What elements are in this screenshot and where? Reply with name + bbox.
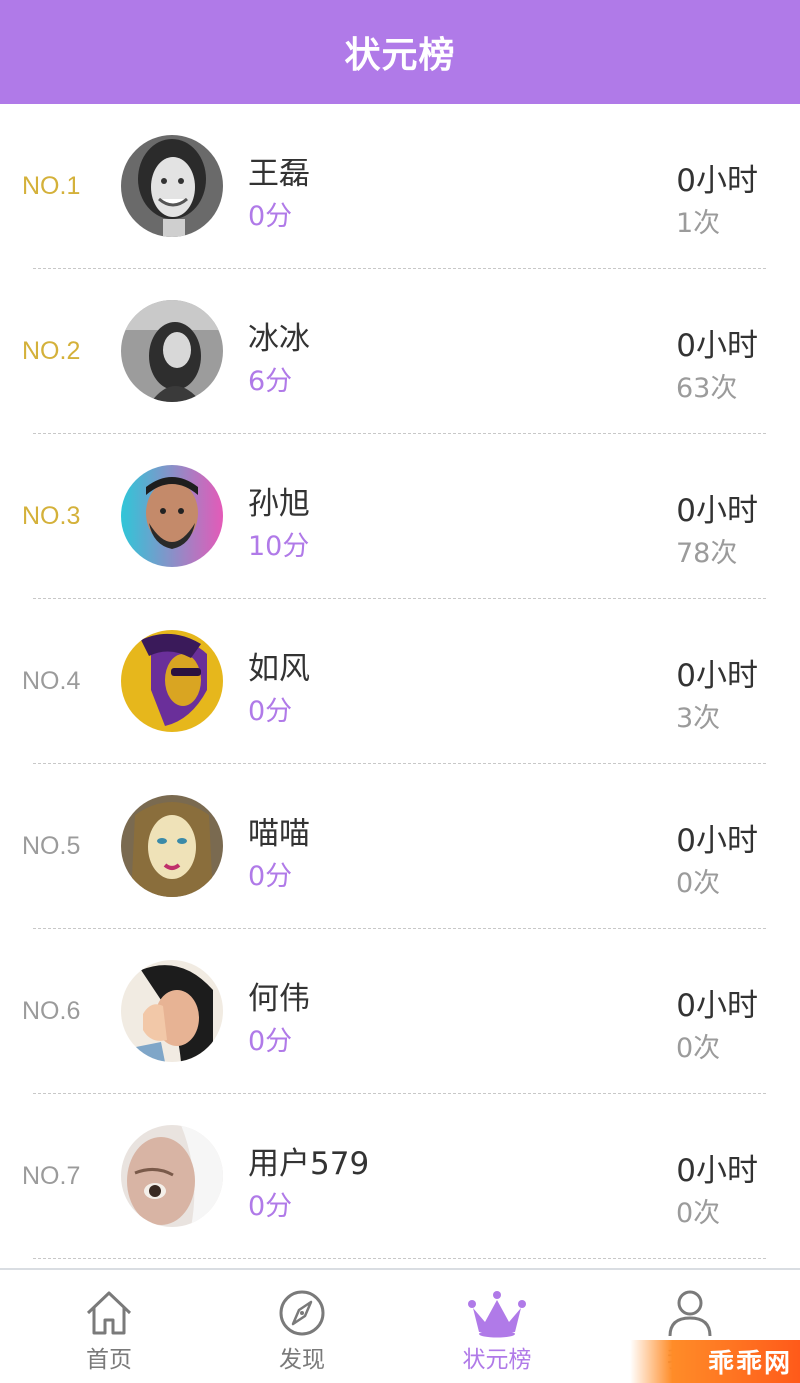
user-name: 王磊 — [248, 156, 310, 192]
ranking-row[interactable]: NO.1 王磊 0分 0小时 1次 — [0, 104, 800, 269]
avatar[interactable] — [121, 1125, 223, 1227]
rank-label: NO.5 — [22, 832, 81, 860]
study-count: 0次 — [676, 868, 721, 899]
crown-icon — [468, 1291, 526, 1338]
study-count: 78次 — [676, 538, 738, 569]
tab-label: 首页 — [86, 1347, 132, 1373]
rank-label: NO.3 — [22, 502, 81, 530]
avatar-image — [121, 1125, 223, 1227]
tab-home[interactable]: 首页 — [9, 1270, 209, 1383]
study-count: 63次 — [676, 373, 738, 404]
ranking-list: NO.1 王磊 0分 0小时 1次 NO.2 冰冰 6分 0小时 63次 NO.… — [0, 104, 800, 1259]
user-score: 10分 — [248, 531, 310, 562]
study-count: 1次 — [676, 208, 721, 239]
ranking-row[interactable]: NO.3 孙旭 10分 0小时 78次 — [0, 434, 800, 599]
avatar[interactable] — [121, 135, 223, 237]
ranking-row[interactable]: NO.6 何伟 0分 0小时 0次 — [0, 929, 800, 1094]
ranking-row[interactable]: NO.7 用户579 0分 0小时 0次 — [0, 1094, 800, 1259]
tab-discover[interactable]: 发现 — [202, 1270, 402, 1383]
rank-label: NO.1 — [22, 172, 81, 200]
avatar[interactable] — [121, 795, 223, 897]
rank-label: NO.2 — [22, 337, 81, 365]
study-hours: 0小时 — [676, 493, 758, 529]
watermark-text: 乖乖网 — [707, 1349, 792, 1379]
ranking-row[interactable]: NO.2 冰冰 6分 0小时 63次 — [0, 269, 800, 434]
user-name: 何伟 — [248, 981, 310, 1017]
ranking-row[interactable]: NO.4 如风 0分 0小时 3次 — [0, 599, 800, 764]
avatar-image — [121, 300, 223, 402]
avatar-image — [121, 465, 223, 567]
user-score: 0分 — [248, 201, 293, 232]
watermark-logo: 乖乖网 — [630, 1340, 800, 1383]
user-score: 0分 — [248, 1026, 293, 1057]
ranking-row[interactable]: NO.5 喵喵 0分 0小时 0次 — [0, 764, 800, 929]
study-hours: 0小时 — [676, 988, 758, 1024]
avatar[interactable] — [121, 630, 223, 732]
study-count: 0次 — [676, 1033, 721, 1064]
rank-label: NO.4 — [22, 667, 81, 695]
study-hours: 0小时 — [676, 823, 758, 859]
user-score: 6分 — [248, 366, 293, 397]
tab-label: 发现 — [279, 1347, 325, 1373]
rank-label: NO.6 — [22, 997, 81, 1025]
avatar-image — [121, 135, 223, 237]
avatar[interactable] — [121, 960, 223, 1062]
avatar[interactable] — [121, 300, 223, 402]
avatar-image — [121, 960, 223, 1062]
user-score: 0分 — [248, 1191, 293, 1222]
study-hours: 0小时 — [676, 1153, 758, 1189]
user-name: 孙旭 — [248, 486, 310, 522]
page-title: 状元榜 — [344, 35, 456, 76]
avatar[interactable] — [121, 465, 223, 567]
compass-icon — [279, 1290, 325, 1336]
study-hours: 0小时 — [676, 163, 758, 199]
user-score: 0分 — [248, 696, 293, 727]
user-score: 0分 — [248, 861, 293, 892]
study-count: 3次 — [676, 703, 721, 734]
user-name: 冰冰 — [248, 321, 310, 357]
home-icon — [86, 1291, 132, 1335]
avatar-image — [121, 630, 223, 732]
rank-label: NO.7 — [22, 1162, 81, 1190]
user-name: 如风 — [248, 651, 310, 687]
user-icon — [668, 1290, 712, 1337]
study-count: 0次 — [676, 1198, 721, 1229]
study-hours: 0小时 — [676, 658, 758, 694]
header-bar: 状元榜 — [0, 0, 800, 104]
user-name: 用户579 — [248, 1146, 370, 1182]
study-hours: 0小时 — [676, 328, 758, 364]
avatar-image — [121, 795, 223, 897]
tab-label: 状元榜 — [462, 1347, 532, 1373]
tab-ranking[interactable]: 状元榜 — [397, 1270, 597, 1383]
user-name: 喵喵 — [248, 816, 310, 852]
